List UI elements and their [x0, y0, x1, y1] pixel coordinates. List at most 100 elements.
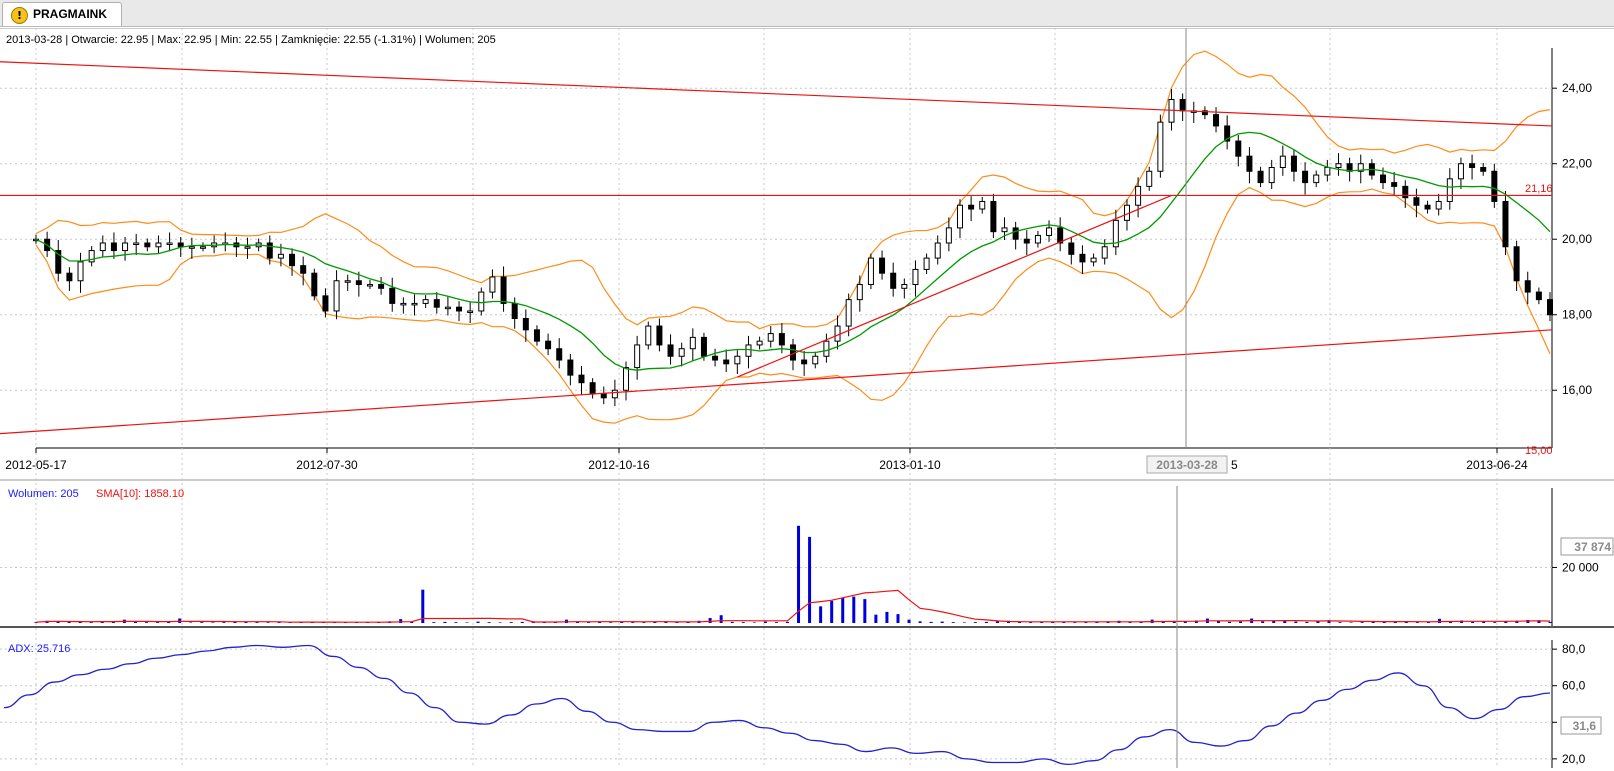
candle-body [745, 344, 752, 357]
x-tick-label: 2012-05-17 [5, 458, 67, 472]
candle-body [700, 336, 707, 357]
candle-body [478, 291, 485, 312]
chart-svg[interactable]: 2013-03-28 5 2013-03-28 | Otwarcie: 22.9… [0, 27, 1614, 768]
volume-panel [34, 525, 1552, 623]
candle-body [1001, 227, 1008, 233]
candle-body [634, 344, 641, 369]
volume-bar [907, 619, 911, 623]
candle-body [177, 242, 184, 248]
horizontal-level-label: 21,16 [1525, 183, 1553, 195]
chart-area[interactable]: 2013-03-28 5 2013-03-28 | Otwarcie: 22.9… [0, 27, 1614, 768]
candle-body [845, 299, 852, 327]
candle-body [344, 280, 351, 283]
tab-label: PRAGMAINK [33, 7, 107, 21]
candle-body [1302, 170, 1309, 184]
volume-bar [1294, 621, 1298, 623]
candle-body [945, 227, 952, 244]
candle-body [767, 333, 774, 342]
candle-body [678, 348, 685, 357]
candle-body [734, 355, 741, 365]
bollinger-upper-line [35, 50, 1551, 330]
candle-body [322, 295, 329, 312]
volume-bar [962, 622, 966, 623]
candle-body [545, 340, 552, 350]
candle-body [1491, 170, 1498, 202]
adx-cursor-value: 31,6 [1573, 719, 1597, 733]
tab-bar: ! PRAGMAINK [0, 0, 1614, 27]
volume-bar [1548, 621, 1552, 623]
candle-body [645, 325, 652, 346]
candle-body [968, 204, 975, 210]
ohlc-info-line: 2013-03-28 | Otwarcie: 22.95 | Max: 22.9… [6, 34, 496, 46]
candle-body [1446, 178, 1453, 202]
volume-bar [520, 621, 524, 623]
volume-bar [145, 622, 149, 623]
volume-tick-label: 20 000 [1562, 560, 1599, 574]
candle-body [411, 302, 418, 306]
volume-bar [1493, 622, 1497, 623]
candle-body [489, 276, 496, 293]
candle-body [1090, 257, 1097, 263]
volume-bar [984, 621, 988, 623]
candle-body [133, 242, 140, 245]
candle-body [122, 242, 129, 252]
candle-body [801, 359, 808, 365]
candle-body [433, 299, 440, 308]
price-tick-label: 22,00 [1562, 157, 1592, 171]
price-panel [0, 50, 1553, 435]
volume-bar [896, 614, 900, 623]
volume-bar [476, 621, 480, 623]
candle-body [110, 242, 117, 252]
candle-body [400, 302, 407, 306]
volume-bar [454, 622, 458, 623]
candle-body [1034, 234, 1041, 244]
candle-body [689, 336, 696, 350]
adx-tick-label: 20,0 [1562, 752, 1586, 766]
candle-body [556, 348, 563, 361]
sma-line [35, 131, 1551, 371]
bollinger-lower-line [35, 186, 1551, 424]
candle-body [1257, 170, 1264, 184]
volume-bar [200, 622, 204, 623]
volume-bar [885, 611, 889, 623]
volume-bar [1228, 621, 1232, 623]
candle-body [166, 242, 173, 245]
volume-bar [852, 596, 856, 623]
volume-bar [498, 622, 502, 623]
candle-body [656, 325, 663, 346]
volume-sma-line [35, 589, 1551, 623]
candle-body [1213, 114, 1220, 127]
candle-body [500, 276, 507, 304]
candle-body [823, 340, 830, 357]
candle-body [1279, 155, 1286, 168]
candle-body [1157, 121, 1164, 172]
candle-body [578, 374, 585, 384]
volume-bar [940, 621, 944, 623]
volume-bar [797, 525, 801, 623]
candle-body [1290, 155, 1297, 172]
candle-body [144, 242, 151, 248]
candle-body [77, 261, 84, 282]
candle-body [522, 318, 529, 331]
candle-body [266, 242, 273, 259]
candle-body [300, 265, 307, 274]
volume-bar [1283, 621, 1287, 623]
candle-body [934, 242, 941, 259]
candle-body [778, 333, 785, 346]
volume-bar [830, 600, 834, 623]
candle-body [1547, 299, 1553, 316]
trendline [0, 61, 1553, 127]
candle-body [311, 272, 318, 297]
candle-body [956, 204, 963, 229]
volume-bar [465, 622, 469, 623]
candle-body [712, 355, 719, 361]
volume-bar [863, 599, 867, 623]
candle-body [1246, 155, 1253, 172]
candle-body [1391, 182, 1398, 187]
grid [0, 28, 1557, 768]
adx-tick-label: 60,0 [1562, 679, 1586, 693]
candle-body [199, 246, 206, 249]
adx-title: ADX: 25.716 [8, 643, 70, 655]
candle-body [1324, 166, 1331, 176]
tab-pragmaink[interactable]: ! PRAGMAINK [2, 2, 122, 26]
